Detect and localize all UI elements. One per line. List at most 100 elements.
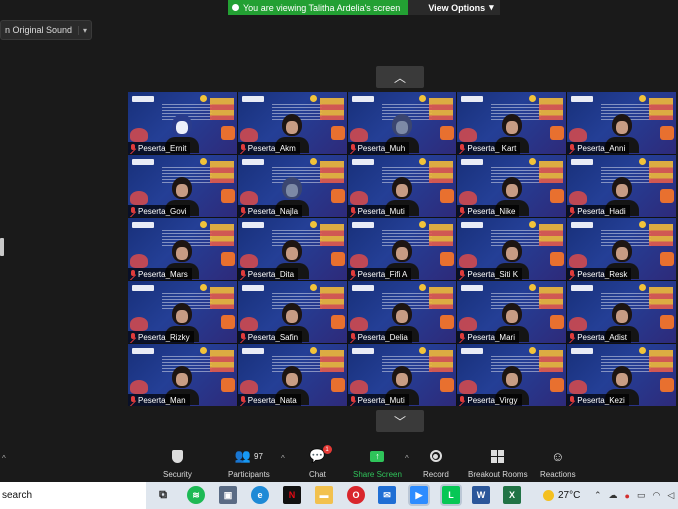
reactions-icon: ☺ [551,448,565,464]
shield-icon [171,449,183,463]
participant-tile[interactable]: Peserta_Safin [237,281,347,343]
participant-name-tag: Peserta_Adist [567,331,631,343]
gallery-scroll-up-button[interactable]: ︿ [376,66,424,88]
antivirus-icon[interactable]: ● [625,491,630,501]
share-screen-label: Share Screen [353,470,402,479]
banner-decoration [349,317,368,331]
line-icon[interactable]: L [442,486,460,504]
banner-logo [132,348,154,354]
participant-tile[interactable]: Peserta_Hadi [567,155,676,217]
participant-tile[interactable]: Peserta_Nata [237,344,347,406]
participant-tile[interactable]: Peserta_Ernit [128,92,237,154]
participant-tile[interactable]: Peserta_Kezi [567,344,676,406]
weather-widget[interactable]: 27°C [543,482,580,509]
opera-icon[interactable]: O [347,486,365,504]
participant-name: Peserta_ Kart [467,143,517,153]
participant-name-tag: Peserta_Najla [237,205,303,217]
banner-event-graphic [539,98,564,120]
participant-name-tag: Peserta_Akm [237,142,300,154]
banner-decoration [459,380,478,394]
banner-crest-icon [529,95,537,102]
share-screen-caret[interactable]: ^ [405,454,409,463]
banner-badge-icon [220,126,235,140]
muted-mic-icon [240,333,246,341]
banner-crest-icon [529,347,537,354]
participant-tile[interactable]: Peserta_Rizky [128,281,237,343]
spotify-icon[interactable]: ≋ [187,486,205,504]
security-button[interactable]: Security [163,448,192,479]
participant-tile[interactable]: Peserta_Nike [457,155,567,217]
participant-tile[interactable]: Peserta_Resk [567,218,676,280]
netflix-icon[interactable]: N [283,486,301,504]
banner-decoration [239,317,258,331]
share-screen-button[interactable]: ↑ Share Screen [353,448,402,479]
participant-tile[interactable]: Peserta_Muti [347,344,457,406]
participants-caret[interactable]: ^ [281,454,285,463]
participant-tile[interactable]: Peserta_Najla [237,155,347,217]
record-button[interactable]: Record [423,448,449,479]
mail-icon[interactable]: ✉ [378,486,396,504]
taskbar-search-box[interactable]: search [0,482,146,509]
participants-label: Participants [228,470,270,479]
banner-event-graphic [209,350,234,372]
participants-icon: 👥 [234,448,252,463]
wifi-icon[interactable]: ◠ [653,490,661,501]
participant-tile[interactable]: Peserta_Anni [567,92,676,154]
banner-badge-icon [220,252,235,266]
banner-logo [132,222,154,228]
reactions-button[interactable]: ☺ Reactions [540,448,576,480]
banner-crest-icon [419,95,427,102]
participant-tile[interactable]: Peserta_Dita [237,218,347,280]
participant-name: Peserta_Delia [357,332,408,342]
participants-button[interactable]: 👥 97 Participants [228,448,270,479]
record-icon [429,450,442,462]
view-options-label: View Options [428,2,486,13]
participant-name-tag: Peserta_Nike [457,205,520,217]
banner-logo [132,285,154,291]
breakout-rooms-button[interactable]: Breakout Rooms [468,448,528,479]
file-explorer-icon[interactable]: ▬ [315,486,333,504]
participant-tile[interactable]: Peserta_ Kart [457,92,567,154]
participant-name: Peserta_Safin [247,332,299,342]
banner-logo [571,222,594,228]
participant-tile[interactable]: Peserta_Muh [347,92,457,154]
share-screen-icon: ↑ [370,450,385,462]
participant-tile[interactable]: Peserta_Govi [128,155,237,217]
cloud-icon[interactable]: ☁ [609,490,618,501]
volume-icon[interactable]: ◁ [667,490,674,501]
banner-badge-icon [330,126,345,140]
original-sound-toggle[interactable]: n Original Sound ▾ [0,20,93,40]
banner-crest-icon [199,347,207,354]
participant-name-tag: Peserta_Fifi A [347,268,412,280]
battery-icon[interactable]: ▭ [637,490,646,501]
chat-button[interactable]: 💬 1 Chat [309,445,332,479]
zoom-icon[interactable]: ▶ [410,486,428,504]
participant-name-tag: Peserta_Dita [237,268,299,280]
original-sound-label: n Original Sound [5,25,73,35]
participant-tile[interactable]: Peserta_Siti K [457,218,567,280]
participant-tile[interactable]: Peserta_Fifi A [347,218,457,280]
gallery-scroll-down-button[interactable]: ﹀ [376,410,424,432]
store-icon[interactable]: ▣ [219,486,237,504]
edge-icon[interactable]: e [251,486,269,504]
participant-name-tag: Peserta_Safin [237,331,303,343]
participant-tile[interactable]: Peserta_Akm [237,92,347,154]
original-sound-caret-icon[interactable]: ▾ [78,25,91,35]
excel-icon[interactable]: X [503,486,521,504]
participant-tile[interactable]: Peserta_Man [128,344,237,406]
banner-crest-icon [419,221,427,228]
side-panel-handle[interactable] [0,238,4,256]
audio-options-caret[interactable]: ^ [2,454,6,463]
participant-tile[interactable]: Peserta_Mars [128,218,237,280]
participant-tile[interactable]: Peserta_Mari [457,281,567,343]
chevron-up-icon[interactable]: ⌃ [594,490,602,501]
participant-name: Peserta_Dita [247,269,295,279]
participant-tile[interactable]: Peserta_Virgy [457,344,567,406]
participant-tile[interactable]: Peserta_Adist [567,281,676,343]
word-icon[interactable]: W [472,486,490,504]
participant-tile[interactable]: Peserta_Delia [347,281,457,343]
view-options-button[interactable]: View Options ▾ [408,0,500,15]
banner-logo [461,285,484,291]
participant-tile[interactable]: Peserta_Muti [347,155,457,217]
task-view-icon[interactable]: ⧉ [154,486,172,504]
